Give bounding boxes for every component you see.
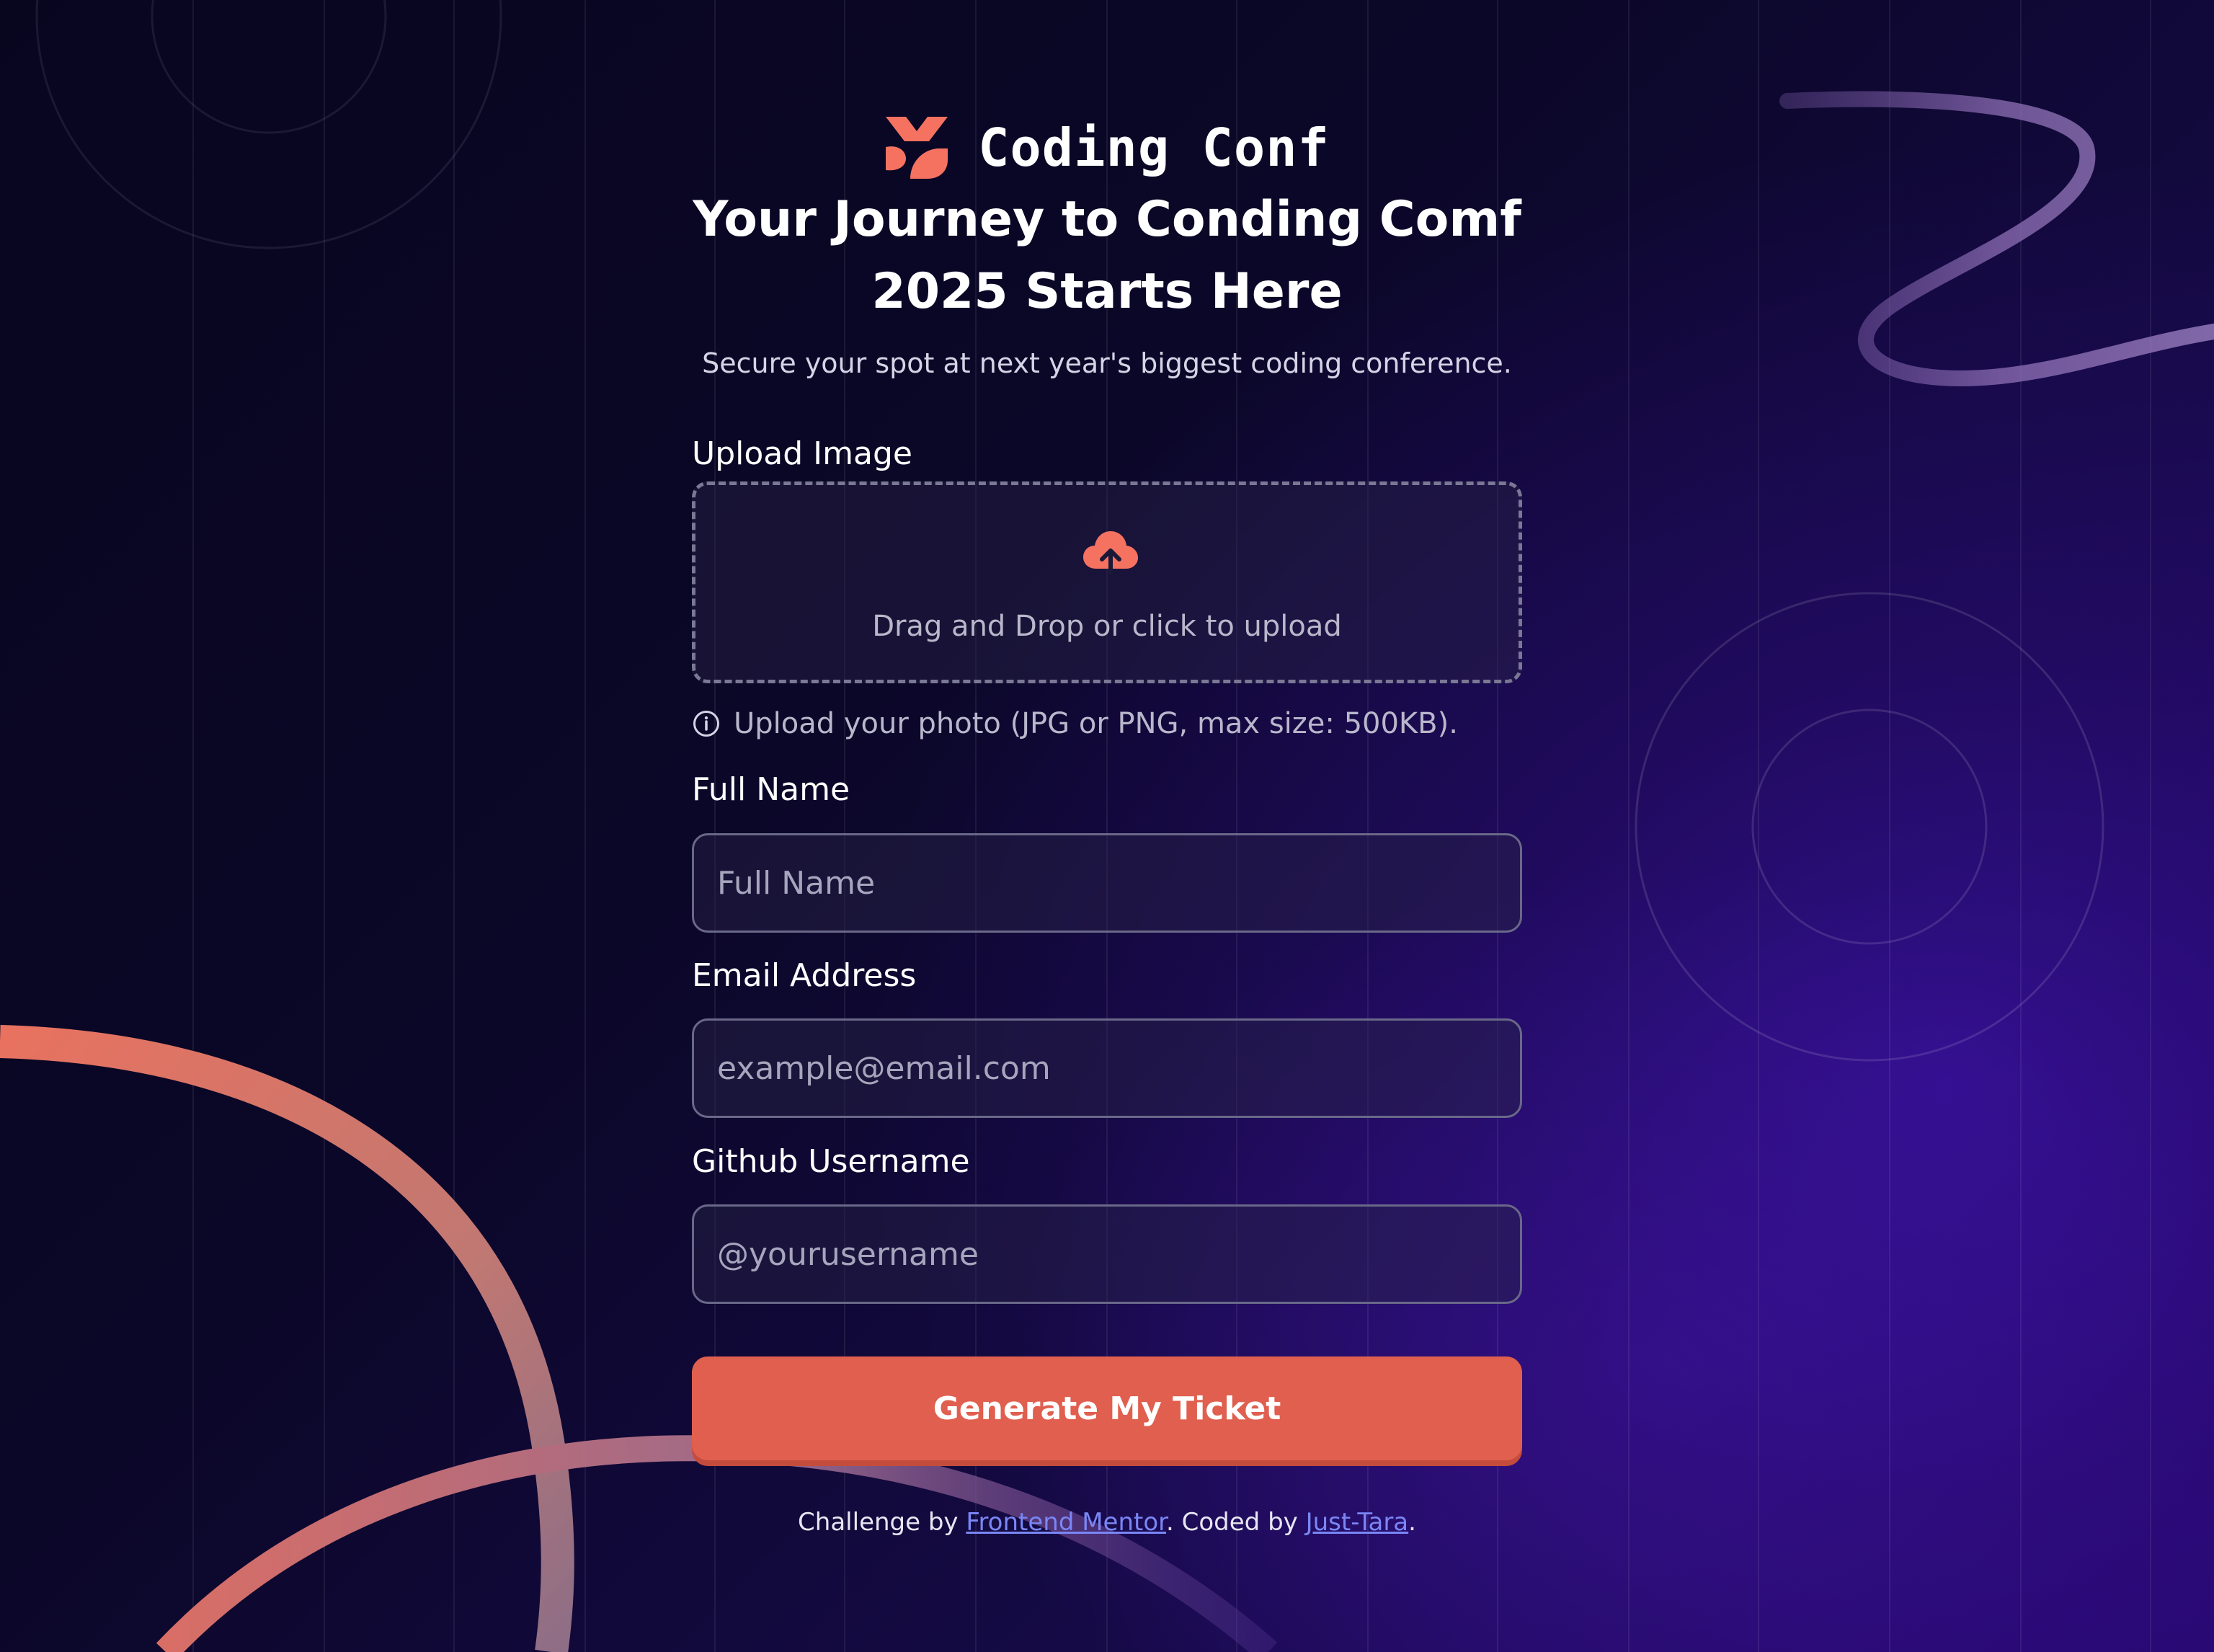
footer-suffix: . bbox=[1408, 1508, 1416, 1537]
frontend-mentor-link[interactable]: Frontend Mentor bbox=[966, 1508, 1166, 1537]
github-username-label: Github Username bbox=[692, 1143, 970, 1180]
bottom-arc bbox=[156, 1435, 1277, 1652]
dropzone-instructions: Drag and Drop or click to upload bbox=[872, 610, 1342, 643]
cloud-upload-icon bbox=[1083, 531, 1138, 575]
full-name-label: Full Name bbox=[692, 771, 850, 808]
brand-header: Coding Conf bbox=[692, 108, 1522, 187]
page-subtitle: Secure your spot at next year's biggest … bbox=[702, 347, 1512, 379]
headline-line-2: 2025 Starts Here bbox=[871, 263, 1343, 320]
squiggle-line bbox=[1779, 91, 2214, 387]
headline-line-1: Your Journey to Conding Comf bbox=[693, 191, 1521, 248]
info-icon bbox=[693, 711, 719, 737]
top-left-circles bbox=[35, 0, 502, 249]
upload-hint: Upload your photo (JPG or PNG, max size:… bbox=[692, 702, 1458, 745]
coding-conf-logo-icon bbox=[886, 117, 948, 179]
upload-image-label: Upload Image bbox=[692, 435, 912, 472]
upload-hint-text: Upload your photo (JPG or PNG, max size:… bbox=[734, 707, 1458, 740]
page-headline: Your Journey to Conding Comf 2025 Starts… bbox=[692, 184, 1522, 328]
image-upload-dropzone[interactable]: Drag and Drop or click to upload bbox=[692, 481, 1522, 683]
github-username-input[interactable] bbox=[692, 1204, 1522, 1304]
email-address-label: Email Address bbox=[692, 957, 917, 994]
email-input[interactable] bbox=[692, 1018, 1522, 1118]
generate-ticket-button[interactable]: Generate My Ticket bbox=[692, 1356, 1522, 1460]
right-circles bbox=[1635, 592, 2104, 1062]
footer-prefix: Challenge by bbox=[798, 1508, 966, 1537]
full-name-input[interactable] bbox=[692, 833, 1522, 933]
footer-middle: . Coded by bbox=[1166, 1508, 1306, 1537]
brand-name: Coding Conf bbox=[978, 117, 1330, 178]
attribution-footer: Challenge by Frontend Mentor. Coded by J… bbox=[692, 1501, 1522, 1544]
just-tara-link[interactable]: Just-Tara bbox=[1306, 1508, 1409, 1537]
bottom-left-arc bbox=[0, 1025, 574, 1652]
upload-icon-container bbox=[1082, 524, 1139, 582]
